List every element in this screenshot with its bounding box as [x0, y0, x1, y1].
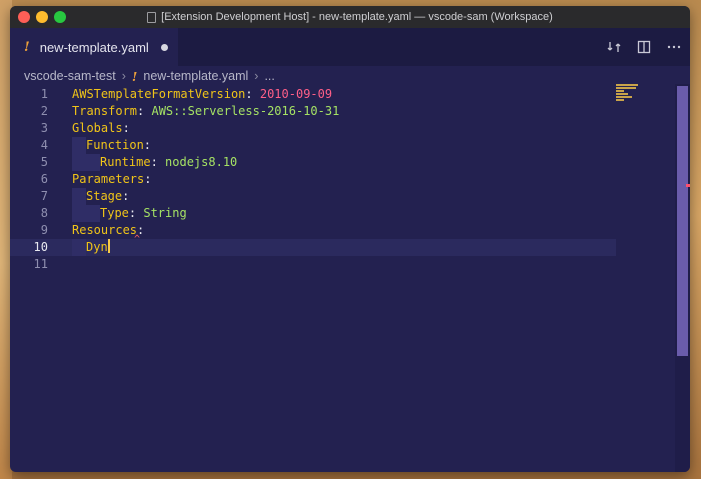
line-number: 9 — [40, 223, 48, 237]
line-number: 6 — [40, 172, 48, 186]
indent-guide — [72, 205, 86, 222]
yaml-file-icon: ! — [24, 39, 30, 55]
current-code-line[interactable]: 10 Dyn — [10, 239, 616, 256]
breadcrumb-yaml-icon: ! — [131, 68, 138, 84]
yaml-key: Resources — [72, 223, 138, 237]
overview-ruler-error-mark — [686, 184, 690, 187]
code-line[interactable]: 2 Transform: AWS::Serverless-2016-10-31 — [10, 103, 616, 120]
yaml-value: 2010-09-09 — [259, 87, 333, 101]
tab-label: new-template.yaml — [39, 39, 149, 55]
colon: : — [122, 121, 130, 135]
yaml-key: Type — [100, 206, 129, 220]
code-line[interactable]: 1 AWSTemplateFormatVersion: 2010-09-09 — [10, 86, 616, 103]
editor-actions — [606, 28, 682, 66]
indent-guide — [86, 154, 100, 171]
typed-text: Dyn — [86, 240, 108, 254]
colon: : — [128, 206, 144, 220]
close-window-button[interactable] — [18, 11, 30, 23]
colon: : — [245, 87, 260, 101]
minimap-line — [616, 93, 628, 95]
code-line[interactable]: 11 — [10, 256, 616, 273]
breadcrumb-more[interactable]: ... — [264, 69, 274, 83]
tab-bar: ! new-template.yaml — [10, 28, 690, 66]
breadcrumb-file[interactable]: new-template.yaml — [143, 69, 248, 83]
yaml-key: Runtime — [100, 155, 151, 169]
document-icon — [147, 11, 157, 23]
window-title: [Extension Development Host] - new-templ… — [161, 11, 553, 23]
indent-guide — [72, 137, 86, 154]
zoom-window-button[interactable] — [54, 11, 66, 23]
line-number: 5 — [40, 155, 48, 169]
open-changes-icon[interactable] — [606, 39, 622, 55]
line-number: 2 — [40, 104, 48, 118]
indent-guide — [72, 239, 86, 256]
breadcrumb-separator: › — [121, 69, 126, 83]
yaml-value: String — [143, 206, 187, 220]
minimap-line — [616, 84, 638, 86]
tab-new-template-yaml[interactable]: ! new-template.yaml — [10, 28, 178, 66]
code-line[interactable]: 8 Type: String — [10, 205, 616, 222]
code-line[interactable]: 5 Runtime: nodejs8.10 — [10, 154, 616, 171]
vertical-scrollbar-thumb[interactable] — [677, 86, 688, 356]
line-number: 7 — [40, 189, 48, 203]
line-number: 1 — [40, 87, 48, 101]
line-number: 10 — [33, 240, 48, 254]
yaml-key: Globals — [72, 121, 123, 135]
split-editor-icon[interactable] — [636, 39, 652, 55]
code-line[interactable]: 9 Resources: — [10, 222, 616, 239]
line-number: 4 — [40, 138, 48, 152]
minimap-line — [616, 90, 624, 92]
colon: : — [144, 172, 152, 186]
yaml-key: Stage — [86, 189, 123, 203]
line-number: 11 — [33, 257, 48, 271]
code-editor[interactable]: 1 AWSTemplateFormatVersion: 2010-09-09 2… — [10, 86, 690, 472]
line-number: 3 — [40, 121, 48, 135]
more-actions-icon[interactable] — [666, 39, 682, 55]
window-controls — [18, 11, 66, 23]
minimap[interactable] — [616, 84, 640, 104]
minimize-window-button[interactable] — [36, 11, 48, 23]
colon: : — [137, 104, 152, 118]
yaml-value: AWS::Serverless-2016-10-31 — [151, 104, 340, 118]
indent-guide — [72, 188, 86, 205]
unsaved-dot-icon[interactable] — [161, 44, 168, 51]
colon: : — [150, 155, 166, 169]
error-squiggle-icon: ^ — [134, 234, 141, 245]
breadcrumb-folder[interactable]: vscode-sam-test — [24, 69, 116, 83]
colon: : — [143, 138, 152, 152]
window-title-wrap: [Extension Development Host] - new-templ… — [147, 11, 553, 23]
indent-guide — [72, 154, 86, 171]
yaml-key: Function — [86, 138, 144, 152]
text-cursor — [107, 239, 110, 253]
code-line[interactable]: 4 Function: — [10, 137, 616, 154]
colon: : — [122, 189, 130, 203]
minimap-line — [616, 99, 624, 101]
code-line[interactable]: 7 Stage: — [10, 188, 616, 205]
minimap-line — [616, 87, 636, 89]
yaml-key: AWSTemplateFormatVersion — [72, 87, 246, 101]
code-line[interactable]: 3 Globals: — [10, 120, 616, 137]
yaml-key: Transform — [72, 104, 138, 118]
yaml-key: Parameters — [72, 172, 145, 186]
breadcrumb-separator-2: › — [254, 69, 259, 83]
vscode-window: [Extension Development Host] - new-templ… — [10, 6, 690, 472]
yaml-value: nodejs8.10 — [165, 155, 238, 169]
title-bar: [Extension Development Host] - new-templ… — [10, 6, 690, 28]
code-line[interactable]: 6 Parameters: — [10, 171, 616, 188]
breadcrumb: vscode-sam-test › ! new-template.yaml › … — [10, 66, 690, 86]
line-number: 8 — [40, 206, 48, 220]
indent-guide — [86, 205, 100, 222]
minimap-line — [616, 96, 632, 98]
